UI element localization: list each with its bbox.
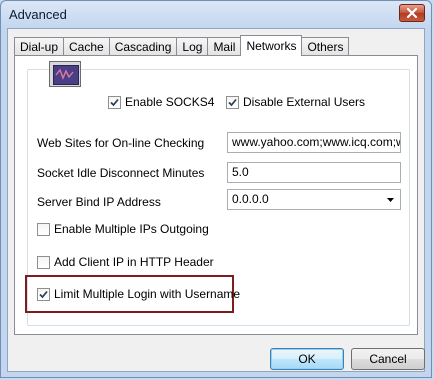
limit-login-label: Limit Multiple Login with Username <box>54 287 241 301</box>
tab-others[interactable]: Others <box>301 37 350 55</box>
client-ip-header-label: Add Client IP in HTTP Header <box>54 255 214 269</box>
window-title: Advanced <box>9 7 67 22</box>
tab-cache[interactable]: Cache <box>63 37 110 55</box>
server-bind-label: Server Bind IP Address <box>37 195 161 209</box>
checkmark-icon <box>39 290 48 298</box>
disable-external-users-checkbox[interactable]: Disable External Users <box>226 94 365 110</box>
network-monitor-icon <box>49 61 81 87</box>
enable-socks4-checkbox[interactable]: Enable SOCKS4 <box>108 94 214 110</box>
multiple-ips-label: Enable Multiple IPs Outgoing <box>54 222 209 236</box>
tab-log[interactable]: Log <box>176 37 209 55</box>
web-sites-input[interactable]: www.yahoo.com;www.icq.com;www <box>227 132 401 153</box>
server-bind-value: 0.0.0.0 <box>232 192 269 206</box>
socket-idle-label: Socket Idle Disconnect Minutes <box>37 166 205 180</box>
enable-socks4-label: Enable SOCKS4 <box>125 95 215 109</box>
checkbox-box[interactable] <box>226 95 239 109</box>
cancel-button[interactable]: Cancel <box>351 348 425 370</box>
server-bind-select[interactable]: 0.0.0.0 <box>227 189 401 210</box>
checkbox-box[interactable] <box>37 287 50 301</box>
ok-button[interactable]: OK <box>270 348 344 370</box>
checkmark-icon <box>110 98 119 106</box>
tab-mail[interactable]: Mail <box>207 37 242 55</box>
dropdown-arrow-icon[interactable] <box>387 198 394 202</box>
multiple-ips-checkbox[interactable]: Enable Multiple IPs Outgoing <box>37 221 209 237</box>
advanced-dialog: Advanced Dial-up Cache Cascading Log Mai… <box>0 0 432 378</box>
tab-networks[interactable]: Networks <box>240 35 303 56</box>
tab-dial-up[interactable]: Dial-up <box>14 37 65 55</box>
socket-idle-input[interactable]: 5.0 <box>227 162 401 183</box>
title-bar[interactable]: Advanced <box>1 1 431 29</box>
checkbox-box[interactable] <box>37 255 50 269</box>
close-icon <box>407 8 417 18</box>
checkbox-box[interactable] <box>108 95 121 109</box>
tab-strip: Dial-up Cache Cascading Log Mail Network… <box>14 35 350 56</box>
client-ip-header-checkbox[interactable]: Add Client IP in HTTP Header <box>37 254 214 270</box>
limit-login-checkbox[interactable]: Limit Multiple Login with Username <box>37 286 240 302</box>
close-button[interactable] <box>399 4 425 22</box>
checkbox-box[interactable] <box>37 222 50 236</box>
checkmark-icon <box>228 98 237 106</box>
disable-external-users-label: Disable External Users <box>243 95 366 109</box>
tab-cascading[interactable]: Cascading <box>108 37 178 55</box>
web-sites-label: Web Sites for On-line Checking <box>37 136 205 150</box>
